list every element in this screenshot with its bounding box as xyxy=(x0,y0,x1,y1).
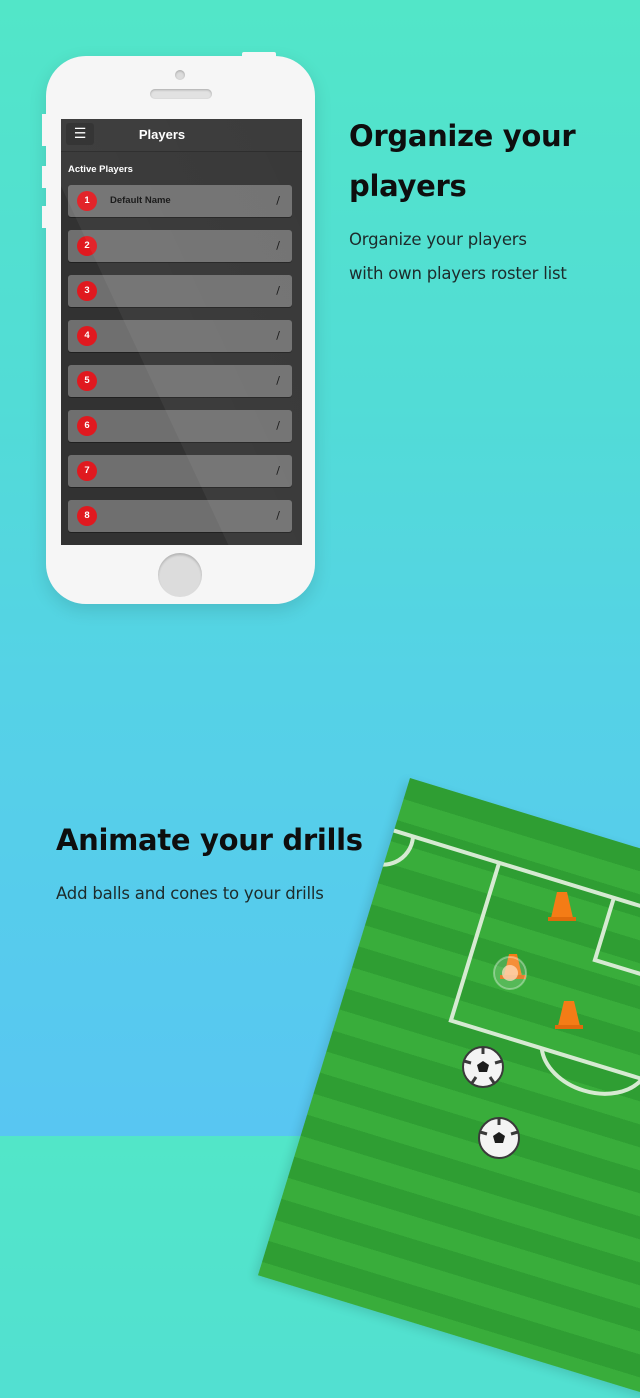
player-row[interactable]: 7/ xyxy=(68,455,292,487)
player-number-badge: 7 xyxy=(77,461,97,481)
pencil-icon[interactable]: / xyxy=(276,410,280,442)
soccer-ball-icon[interactable] xyxy=(478,1117,520,1159)
pencil-icon[interactable]: / xyxy=(276,275,280,307)
cone-icon[interactable] xyxy=(548,892,576,921)
feature1-desc-line1: Organize your players xyxy=(349,230,527,249)
soccer-ball-icon[interactable] xyxy=(462,1046,504,1088)
phone-camera xyxy=(175,70,185,80)
player-name: Default Name xyxy=(110,195,171,206)
player-row[interactable]: 1 Default Name / xyxy=(68,185,292,217)
player-row[interactable]: 8/ xyxy=(68,500,292,532)
phone-mute-switch xyxy=(42,114,47,146)
feature1-title-line1: Organize your xyxy=(349,119,576,153)
pencil-icon[interactable]: / xyxy=(276,500,280,532)
player-number-badge: 6 xyxy=(77,416,97,436)
phone-volume-up xyxy=(42,166,47,188)
drill-objects xyxy=(462,892,583,1159)
soccer-field-illustration xyxy=(257,770,640,1398)
phone-home-button xyxy=(158,553,202,597)
player-number-badge: 2 xyxy=(77,236,97,256)
feature1-title-line2: players xyxy=(349,169,467,203)
section-label: Active Players xyxy=(68,164,133,175)
cone-icon[interactable] xyxy=(555,1001,583,1029)
player-row[interactable]: 6/ xyxy=(68,410,292,442)
player-row[interactable]: 5/ xyxy=(68,365,292,397)
pencil-icon[interactable]: / xyxy=(276,455,280,487)
selection-ring-icon xyxy=(493,956,527,990)
pencil-icon[interactable]: / xyxy=(276,230,280,262)
player-number-badge: 3 xyxy=(77,281,97,301)
feature1-description: Organize your players with own players r… xyxy=(349,223,629,291)
pencil-icon[interactable]: / xyxy=(276,185,280,217)
phone-speaker xyxy=(150,89,212,99)
nav-title: Players xyxy=(138,127,186,142)
feature1-title: Organize your players xyxy=(349,111,609,211)
phone-volume-down xyxy=(42,206,47,228)
player-number-badge: 5 xyxy=(77,371,97,391)
player-row[interactable]: 3/ xyxy=(68,275,292,307)
phone-power-button xyxy=(242,52,276,58)
app-navbar: ☰ Players xyxy=(61,119,302,152)
player-row[interactable]: 2/ xyxy=(68,230,292,262)
pencil-icon[interactable]: / xyxy=(276,365,280,397)
player-row[interactable]: 4/ xyxy=(68,320,292,352)
player-number-badge: 4 xyxy=(77,326,97,346)
player-number-badge: 8 xyxy=(77,506,97,526)
phone-screen: ☰ Players Active Players 1 Default Name/2… xyxy=(61,119,302,545)
pencil-icon[interactable]: / xyxy=(276,320,280,352)
feature1-desc-line2: with own players roster list xyxy=(349,264,567,283)
player-number-badge: 1 xyxy=(77,191,97,211)
phone-mockup: ☰ Players Active Players 1 Default Name/2… xyxy=(42,52,315,604)
